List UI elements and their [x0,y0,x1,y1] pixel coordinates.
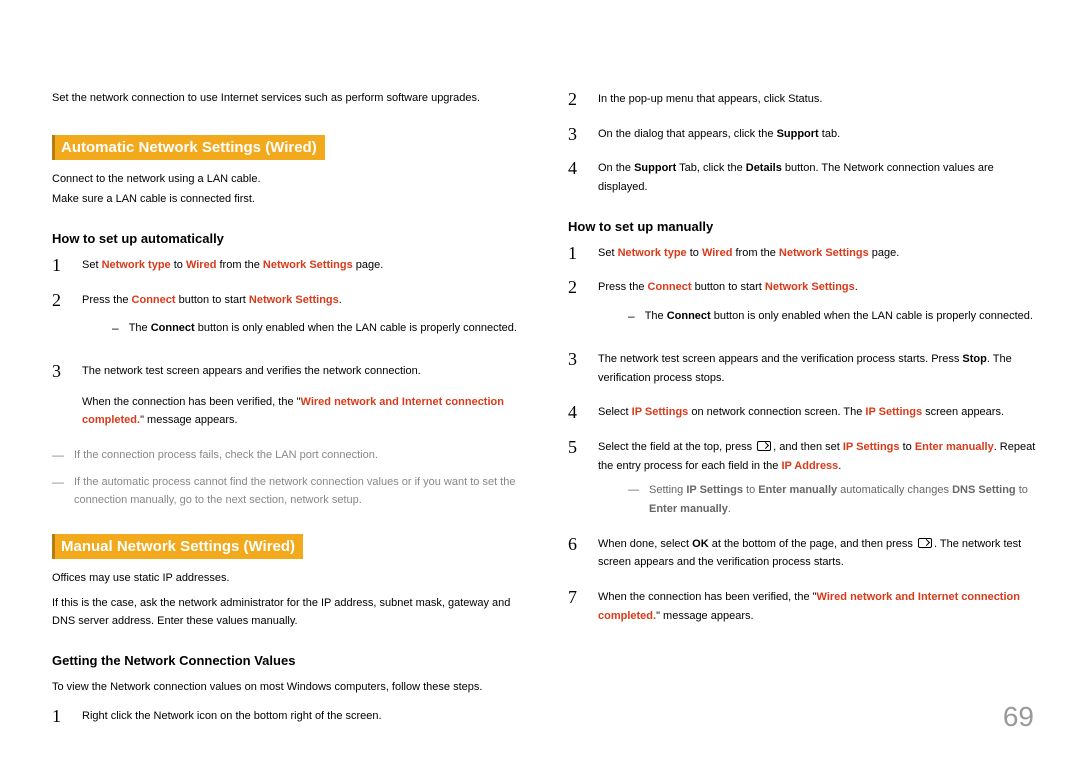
list-item: ―If the automatic process cannot find th… [52,473,520,510]
page-number: 69 [1003,701,1034,733]
nested-note: ― Setting IP Settings to Enter manually … [598,481,1036,518]
page-content: Set the network connection to use Intern… [0,0,1080,742]
left-column: Set the network connection to use Intern… [52,90,520,742]
intro-text: Set the network connection to use Intern… [52,90,520,107]
step-body: Set Network type to Wired from the Netwo… [82,256,520,275]
getting-steps-right: 2 In the pop-up menu that appears, click… [568,90,1036,197]
list-item: ‒ The Connect button is only enabled whe… [82,319,520,338]
manual-sub-1: Offices may use static IP addresses. [52,569,520,588]
step-number: 1 [568,244,582,262]
step-number: 7 [568,588,582,606]
list-item: 7 When the connection has been verified,… [568,588,1036,625]
dash-icon: ― [628,481,639,518]
auto-sub-1: Connect to the network using a LAN cable… [52,170,520,189]
step-body: Press the Connect button to start Networ… [82,291,520,346]
dash-icon: ‒ [112,319,119,338]
list-item: ‒ The Connect button is only enabled whe… [598,307,1036,326]
step-number: 4 [568,159,582,177]
step-number: 1 [52,707,66,725]
list-item: 2 In the pop-up menu that appears, click… [568,90,1036,109]
list-item: ―If the connection process fails, check … [52,446,520,465]
list-item: 2 Press the Connect button to start Netw… [52,291,520,346]
step-number: 2 [568,278,582,296]
manual-steps: 1 Set Network type to Wired from the Net… [568,244,1036,626]
list-item: 4 On the Support Tab, click the Details … [568,159,1036,196]
gray-notes: ―If the connection process fails, check … [52,446,520,510]
auto-steps: 1 Set Network type to Wired from the Net… [52,256,520,430]
list-item: 5 Select the field at the top, press , a… [568,438,1036,519]
step-number: 6 [568,535,582,553]
step-number: 3 [568,125,582,143]
step-number: 4 [568,403,582,421]
how-auto-head: How to set up automatically [52,231,520,246]
step-body: On the dialog that appears, click the Su… [598,125,1036,144]
manual-sub-2: If this is the case, ask the network adm… [52,594,520,631]
auto-heading: Automatic Network Settings (Wired) [52,135,325,160]
list-item: 1 Right click the Network icon on the bo… [52,707,520,726]
auto-sub-2: Make sure a LAN cable is connected first… [52,190,520,209]
manual-heading: Manual Network Settings (Wired) [52,534,303,559]
enter-icon [757,441,771,451]
step-number: 3 [52,362,66,380]
list-item: 6 When done, select OK at the bottom of … [568,535,1036,572]
getting-head: Getting the Network Connection Values [52,653,520,668]
step-body: Right click the Network icon on the bott… [82,707,520,726]
getting-intro: To view the Network connection values on… [52,678,520,697]
how-manual-head: How to set up manually [568,219,1036,234]
step-body: On the Support Tab, click the Details bu… [598,159,1036,196]
list-item: 1 Set Network type to Wired from the Net… [568,244,1036,263]
step-number: 3 [568,350,582,368]
step-number: 5 [568,438,582,456]
getting-steps-left: 1 Right click the Network icon on the bo… [52,707,520,726]
list-item: 1 Set Network type to Wired from the Net… [52,256,520,275]
step-number: 2 [568,90,582,108]
list-item: 4 Select IP Settings on network connecti… [568,403,1036,422]
dash-icon: ― [52,446,64,465]
list-item: 3 The network test screen appears and ve… [52,362,520,430]
list-item: 3 On the dialog that appears, click the … [568,125,1036,144]
dash-icon: ― [52,473,64,510]
right-column: 2 In the pop-up menu that appears, click… [568,90,1036,742]
step-body: The network test screen appears and veri… [82,362,520,430]
step-number: 2 [52,291,66,309]
step-number: 1 [52,256,66,274]
list-item: 2 Press the Connect button to start Netw… [568,278,1036,333]
list-item: 3 The network test screen appears and th… [568,350,1036,387]
step-body: In the pop-up menu that appears, click S… [598,90,1036,109]
dash-icon: ‒ [628,307,635,326]
enter-icon [918,538,932,548]
